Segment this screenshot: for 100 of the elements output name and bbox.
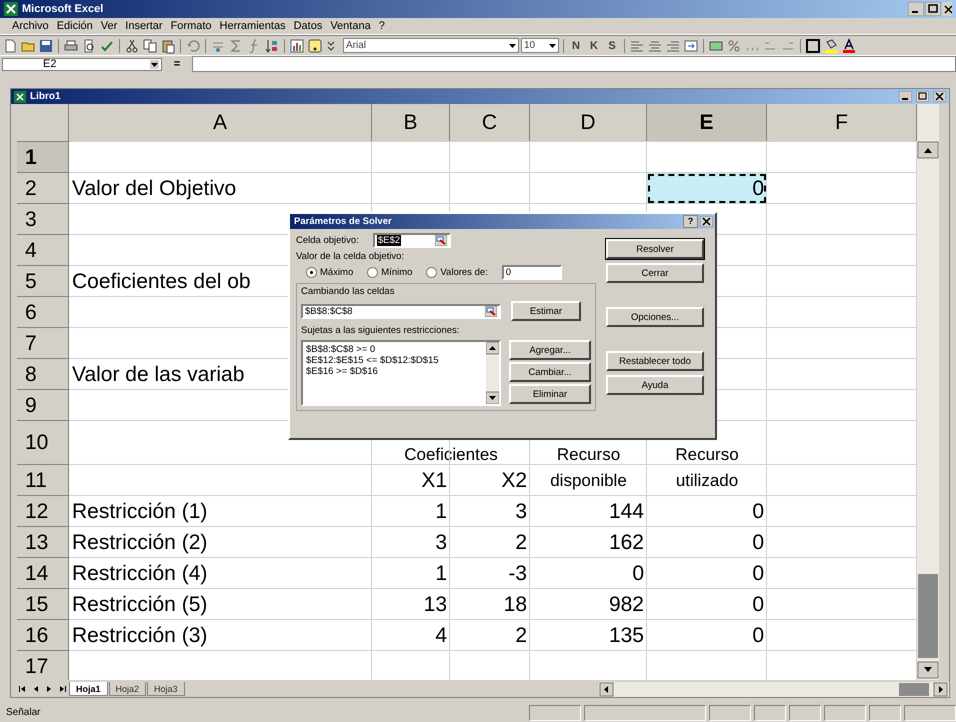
table-cell[interactable]: -3 xyxy=(450,558,530,589)
font-size-field[interactable]: 10 xyxy=(521,38,559,53)
name-box[interactable]: E2 xyxy=(2,58,162,70)
column-header[interactable]: D xyxy=(530,104,647,142)
menu-item[interactable]: Herramientas xyxy=(216,20,290,32)
menu-item[interactable]: Insertar xyxy=(121,20,167,32)
row-header[interactable]: 15 xyxy=(17,589,69,620)
row-header[interactable]: 3 xyxy=(17,204,69,235)
table-cell[interactable]: 0 xyxy=(647,589,767,620)
font-name-value: Arial xyxy=(346,40,366,51)
table-cell[interactable]: 982 xyxy=(530,589,647,620)
dialog-button[interactable]: Opciones... xyxy=(606,307,704,327)
table-cell[interactable]: Restricción (3) xyxy=(69,620,372,651)
menu-item[interactable]: Ver xyxy=(96,20,122,32)
table-cell[interactable]: 0 xyxy=(530,558,647,589)
row-header[interactable]: 10 xyxy=(17,421,69,465)
dialog-title: Parámetros de Solver xyxy=(294,216,392,227)
column-header[interactable]: E xyxy=(647,104,767,142)
dialog-button[interactable]: Cambiar... xyxy=(509,362,591,382)
row-header[interactable]: 16 xyxy=(17,620,69,651)
table-cell[interactable]: 144 xyxy=(530,496,647,527)
row-header[interactable]: 2 xyxy=(17,173,69,204)
sheet-tab[interactable]: Hoja1 xyxy=(69,682,108,696)
guess-button[interactable]: Estimar xyxy=(511,301,581,321)
row-header[interactable]: 12 xyxy=(17,496,69,527)
column-header[interactable]: F xyxy=(767,104,917,142)
table-cell[interactable]: disponible xyxy=(530,465,647,496)
dialog-button[interactable]: Restablecer todo xyxy=(606,351,704,371)
table-cell[interactable]: 18 xyxy=(450,589,530,620)
sheet-tab[interactable]: Hoja3 xyxy=(147,682,185,696)
radio-option[interactable]: Máximo xyxy=(306,267,354,278)
constraint-item[interactable]: $E$12:$E$15 <= $D$12:$D$15 xyxy=(306,355,483,366)
column-header[interactable]: A xyxy=(69,104,372,142)
table-cell[interactable]: Valor del Objetivo xyxy=(69,173,372,204)
value-input[interactable]: 0 xyxy=(502,265,562,280)
table-cell[interactable]: 0 xyxy=(647,527,767,558)
column-header[interactable]: C xyxy=(450,104,530,142)
target-cell-field[interactable]: $E$2 xyxy=(372,233,451,248)
sheet-tab[interactable]: Hoja2 xyxy=(108,682,146,696)
row-header[interactable]: 1 xyxy=(17,142,69,173)
table-cell[interactable]: 2 xyxy=(450,527,530,558)
table-cell[interactable]: Restricción (5) xyxy=(69,589,372,620)
changing-cells-value: $B$8:$C$8 xyxy=(305,306,353,316)
table-cell[interactable]: 13 xyxy=(372,589,450,620)
selected-cell[interactable]: 0 xyxy=(647,173,767,204)
row-header[interactable]: 14 xyxy=(17,558,69,589)
row-header[interactable]: 4 xyxy=(17,235,69,266)
row-header[interactable]: 11 xyxy=(17,465,69,496)
help-button[interactable]: ? xyxy=(683,215,698,228)
font-name-field[interactable]: Arial xyxy=(343,38,519,53)
changing-cells-field[interactable]: $B$8:$C$8 xyxy=(301,304,501,318)
constraint-item[interactable]: $E$16 >= $D$16 xyxy=(306,366,483,377)
table-cell[interactable]: 0 xyxy=(647,496,767,527)
row-header[interactable]: 5 xyxy=(17,266,69,297)
dialog-button[interactable]: Resolver xyxy=(606,239,704,259)
table-cell[interactable]: 162 xyxy=(530,527,647,558)
field-label: Sujetas a las siguientes restricciones: xyxy=(301,325,460,336)
row-header[interactable]: 6 xyxy=(17,297,69,328)
menu-item[interactable]: Formato xyxy=(166,20,216,32)
dialog-button[interactable]: Ayuda xyxy=(606,375,704,395)
dialog-button[interactable]: Agregar... xyxy=(509,340,591,360)
dialog-button[interactable]: Eliminar xyxy=(509,384,591,404)
table-cell[interactable]: 135 xyxy=(530,620,647,651)
table-cell[interactable]: X1 xyxy=(372,465,450,496)
row-header[interactable]: 17 xyxy=(17,651,69,680)
table-cell[interactable]: utilizado xyxy=(647,465,767,496)
format-button[interactable]: S xyxy=(604,40,620,52)
constraint-item[interactable]: $B$8:$C$8 >= 0 xyxy=(306,344,483,355)
dialog-button[interactable]: Cerrar xyxy=(606,263,704,283)
field-label: Cambiando las celdas xyxy=(301,286,396,297)
font-size-value: 10 xyxy=(524,40,536,51)
format-button[interactable]: K xyxy=(586,40,602,52)
constraints-list[interactable]: $B$8:$C$8 >= 0 $E$12:$E$15 <= $D$12:$D$15 $E$16 >= $D$16 xyxy=(301,340,501,406)
menu-item[interactable]: Datos xyxy=(290,20,326,32)
table-cell[interactable]: Restricción (4) xyxy=(69,558,372,589)
table-cell[interactable]: 3 xyxy=(450,496,530,527)
row-header[interactable]: 9 xyxy=(17,390,69,421)
menu-item[interactable]: Ventana xyxy=(326,20,375,32)
column-header[interactable]: B xyxy=(372,104,450,142)
table-cell[interactable]: 1 xyxy=(372,558,450,589)
table-cell[interactable]: 4 xyxy=(372,620,450,651)
row-header[interactable]: 7 xyxy=(17,328,69,359)
table-cell[interactable]: 2 xyxy=(450,620,530,651)
row-header[interactable]: 13 xyxy=(17,527,69,558)
radio-option[interactable]: Valores de: xyxy=(426,267,488,278)
table-cell[interactable]: Restricción (2) xyxy=(69,527,372,558)
table-cell[interactable]: 0 xyxy=(647,558,767,589)
format-button[interactable]: N xyxy=(568,40,584,52)
formula-equals-sign: = xyxy=(172,58,182,70)
row-header[interactable]: 8 xyxy=(17,359,69,390)
menu-item[interactable]: ? xyxy=(374,20,389,32)
menu-item[interactable]: Edición xyxy=(52,20,97,32)
menu-item[interactable]: Archivo xyxy=(8,20,53,32)
table-cell[interactable]: 0 xyxy=(647,620,767,651)
table-cell[interactable]: 3 xyxy=(372,527,450,558)
radio-label: Mínimo xyxy=(381,267,412,278)
radio-option[interactable]: Mínimo xyxy=(367,267,412,278)
table-cell[interactable]: 1 xyxy=(372,496,450,527)
table-cell[interactable]: Restricción (1) xyxy=(69,496,372,527)
table-cell[interactable]: X2 xyxy=(450,465,530,496)
